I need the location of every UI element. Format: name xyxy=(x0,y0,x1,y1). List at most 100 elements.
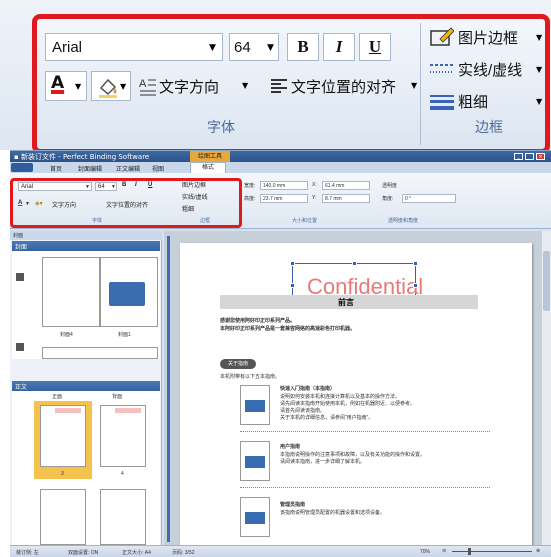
guide-item-desc: 请先阅读本指南开始使用本机，例如在机器附近、以便参考。 xyxy=(280,401,416,407)
font-color-button[interactable]: A ▼ xyxy=(45,71,87,101)
page-panel: 封面 封面 封面4 封面1 正文 正面 背面 3 4 xyxy=(10,231,162,545)
text-align-button[interactable]: 文字位置的对齐 ▼ xyxy=(271,73,421,101)
underline-button[interactable]: U xyxy=(359,33,391,61)
group-divider xyxy=(420,23,421,145)
chevron-down-icon: ▼ xyxy=(267,43,274,53)
page-ruler xyxy=(167,236,170,542)
italic-button[interactable]: I xyxy=(323,33,355,61)
width-input[interactable]: 140.0 mm xyxy=(260,181,308,190)
guide-item-desc: 请阅读本指南，进一步详细了解本机。 xyxy=(280,459,366,465)
x-label: X: xyxy=(312,182,317,188)
app-menu-button[interactable] xyxy=(11,163,33,172)
underline-button[interactable]: U xyxy=(148,182,152,188)
front-column-label: 正面 xyxy=(52,394,63,400)
line-style-button[interactable]: 实线/虚线 ▼ xyxy=(430,57,550,83)
resize-handle[interactable] xyxy=(290,261,295,266)
bold-label: B xyxy=(297,37,309,56)
vertical-scrollbar[interactable] xyxy=(542,231,551,545)
minimize-button[interactable]: _ xyxy=(514,153,523,160)
font-name-select[interactable]: Arial ▼ xyxy=(18,182,92,191)
cover-section-header[interactable]: 封面 xyxy=(12,241,160,251)
resize-handle[interactable] xyxy=(352,261,357,266)
font-size-select[interactable]: 64 ▼ xyxy=(229,33,279,61)
y-input[interactable]: 8.7 mm xyxy=(322,194,370,203)
body-page-6[interactable] xyxy=(100,489,146,545)
guide-section-title: 关于指南 xyxy=(220,359,256,369)
font-color-button[interactable]: A xyxy=(18,200,22,206)
picture-frame-button[interactable]: 图片边框 ▼ xyxy=(430,25,550,51)
bold-button[interactable]: B xyxy=(287,33,319,61)
zoom-in-icon[interactable]: ⊕ xyxy=(536,548,540,554)
line-weight-button[interactable]: 粗细 xyxy=(182,204,194,213)
font-name-value: Arial xyxy=(52,39,83,56)
context-tab-drawing-tools: 绘图工具 xyxy=(190,151,230,162)
zoom-out-icon[interactable]: ⊖ xyxy=(442,548,446,554)
italic-button[interactable]: I xyxy=(135,182,137,188)
resize-handle[interactable] xyxy=(413,283,418,288)
body-section-header[interactable]: 正文 xyxy=(12,381,160,391)
picture-frame-button[interactable]: 图片边框 xyxy=(182,180,206,189)
height-label: 高度: xyxy=(244,196,256,202)
cover-page-1[interactable] xyxy=(100,257,158,327)
zoom-slider[interactable] xyxy=(452,551,532,552)
cover-page-4[interactable] xyxy=(42,257,100,327)
angle-input[interactable]: 0 ° xyxy=(402,194,456,203)
width-value: 140.0 mm xyxy=(263,183,286,189)
chevron-down-icon: ▼ xyxy=(536,65,543,74)
line-style-label: 实线/虚线 xyxy=(458,62,523,79)
heading-text: 前言 xyxy=(338,298,354,307)
height-input[interactable]: 23.7 mm xyxy=(260,194,308,203)
cover-section-label: 封面 xyxy=(15,244,28,251)
guide-item-title: 管理员指南 xyxy=(280,502,306,508)
guide-item-desc: 该指南说明管理员配置的机器设置和选项设备。 xyxy=(280,510,386,516)
bold-button[interactable]: B xyxy=(122,182,126,188)
line-style-button[interactable]: 实线/虚线 xyxy=(182,192,208,201)
title-bar: ▪ 新装订文件 - Perfect Binding Software 绘图工具 … xyxy=(10,151,551,162)
font-size-select[interactable]: 64 ▼ xyxy=(95,182,117,191)
font-name-select[interactable]: Arial ▼ xyxy=(45,33,223,61)
fill-color-button[interactable]: ◈▾ xyxy=(35,200,43,207)
body-page-4[interactable] xyxy=(100,405,146,467)
tab-view[interactable]: 视图 xyxy=(152,164,164,173)
text-align-label: 文字位置的对齐 xyxy=(291,79,397,96)
zoom-level: 70% xyxy=(420,549,431,555)
line-weight-button[interactable]: 粗细 ▼ xyxy=(430,89,550,115)
cover-page-next[interactable] xyxy=(42,347,158,359)
status-bar: 装订侧: 左 双面设置: ON 正文大小: A4 页码: 3/52 70% ⊖ … xyxy=(10,545,551,557)
text-direction-button[interactable]: A 文字方向 ▼ xyxy=(139,73,267,101)
scroll-thumb[interactable] xyxy=(543,251,550,311)
text-direction-button[interactable]: 文字方向 xyxy=(52,200,76,209)
chevron-down-icon: ▼ xyxy=(411,81,418,90)
paint-bucket-icon xyxy=(99,78,117,98)
printer-icon xyxy=(16,343,24,351)
maximize-button[interactable] xyxy=(525,153,534,160)
width-label: 宽度: xyxy=(244,183,256,189)
font-size-value: 64 xyxy=(234,39,251,56)
guide-cover-image xyxy=(240,441,270,481)
chevron-down-icon: ▼ xyxy=(120,82,127,91)
tab-body-edit[interactable]: 正文编辑 xyxy=(116,164,140,173)
resize-handle[interactable] xyxy=(413,261,418,266)
close-button[interactable]: × xyxy=(536,153,545,160)
tab-home[interactable]: 首页 xyxy=(50,164,62,173)
transparency-button[interactable]: 透明度 xyxy=(382,182,397,189)
picture-frame-label: 图片边框 xyxy=(458,30,519,47)
tab-format[interactable]: 格式 xyxy=(190,162,226,173)
x-input[interactable]: 61.4 mm xyxy=(322,181,370,190)
fill-color-button[interactable]: ▼ xyxy=(91,71,131,101)
text-align-button[interactable]: 文字位置的对齐 xyxy=(106,200,148,209)
chevron-down-icon: ▼ xyxy=(75,82,82,91)
group-border-label: 边框 xyxy=(200,218,211,224)
text-direction-icon: A xyxy=(139,78,156,96)
body-page-5[interactable] xyxy=(40,489,86,545)
resize-handle[interactable] xyxy=(290,283,295,288)
zoom-slider-thumb[interactable] xyxy=(468,548,471,555)
size-status: 正文大小: A4 xyxy=(122,550,151,556)
confidential-mini xyxy=(115,408,141,413)
font-name-value: Arial xyxy=(21,184,34,190)
group-size-label: 大小和位置 xyxy=(292,218,318,224)
cover-page-1-label: 封面1 xyxy=(118,332,131,338)
body-page-3[interactable] xyxy=(40,405,86,467)
align-icon xyxy=(271,79,287,93)
tab-cover-edit[interactable]: 封面编辑 xyxy=(78,164,102,173)
